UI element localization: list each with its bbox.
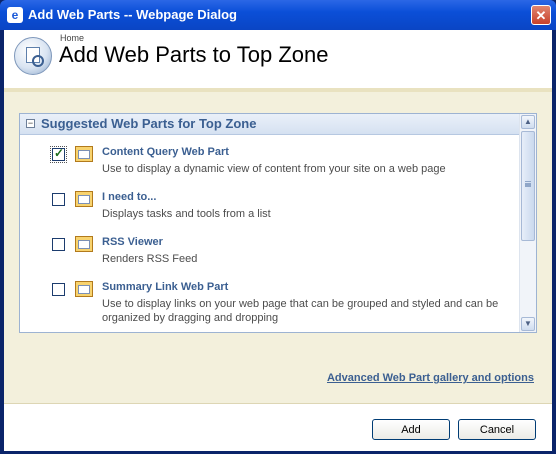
item-description: Renders RSS Feed [102, 253, 198, 265]
cancel-button[interactable]: Cancel [458, 419, 536, 440]
header-divider [4, 88, 552, 92]
advanced-gallery-link[interactable]: Advanced Web Part gallery and options [327, 372, 534, 384]
ie-icon: e [7, 7, 23, 23]
item-title: RSS Viewer [102, 236, 163, 248]
checkbox-summary-link[interactable] [52, 283, 65, 296]
item-description: Use to display links on your web page th… [102, 298, 499, 324]
close-icon[interactable]: ✕ [531, 5, 551, 25]
scroll-thumb[interactable] [521, 131, 535, 241]
scroll-down-icon[interactable]: ▼ [521, 317, 535, 331]
item-description: Use to display a dynamic view of content… [102, 163, 446, 175]
scroll-up-icon[interactable]: ▲ [521, 115, 535, 129]
web-part-icon [75, 236, 93, 252]
item-description: Displays tasks and tools from a list [102, 208, 271, 220]
check-icon: ✓ [54, 146, 65, 160]
web-part-logo-icon [14, 37, 52, 75]
title-bar[interactable]: e Add Web Parts -- Webpage Dialog ✕ [0, 0, 556, 30]
window-title: Add Web Parts -- Webpage Dialog [28, 7, 237, 22]
dialog-footer: Add Cancel [4, 403, 552, 451]
list-header[interactable]: − Suggested Web Parts for Top Zone [20, 114, 520, 135]
web-parts-list: − Suggested Web Parts for Top Zone ✓ Con… [19, 113, 537, 333]
checkbox-i-need-to[interactable] [52, 193, 65, 206]
dialog-body: Home Add Web Parts to Top Zone − Suggest… [4, 30, 552, 451]
list-item-i-need-to[interactable]: I need to... Displays tasks and tools fr… [20, 186, 520, 230]
item-title: Summary Link Web Part [102, 281, 229, 293]
list-header-title: Suggested Web Parts for Top Zone [41, 116, 257, 131]
list-scrollbar[interactable]: ▲ ▼ [519, 114, 536, 332]
collapse-icon[interactable]: − [26, 119, 35, 128]
dialog-window: e Add Web Parts -- Webpage Dialog ✕ Home… [0, 0, 556, 454]
add-button[interactable]: Add [372, 419, 450, 440]
page-header: Home Add Web Parts to Top Zone [4, 30, 552, 88]
checkbox-rss-viewer[interactable] [52, 238, 65, 251]
web-part-icon [75, 281, 93, 297]
checkbox-content-query[interactable]: ✓ [50, 146, 67, 163]
list-item-summary-link[interactable]: Summary Link Web Part Use to display lin… [20, 276, 520, 324]
item-title: I need to... [102, 191, 157, 203]
list-item-rss-viewer[interactable]: RSS Viewer Renders RSS Feed [20, 231, 520, 275]
web-part-icon [75, 191, 93, 207]
list-item-content-query[interactable]: ✓ Content Query Web Part Use to display … [20, 141, 520, 185]
web-part-icon [75, 146, 93, 162]
item-title: Content Query Web Part [102, 146, 229, 158]
page-title: Add Web Parts to Top Zone [59, 42, 329, 67]
grip-icon [525, 181, 531, 183]
